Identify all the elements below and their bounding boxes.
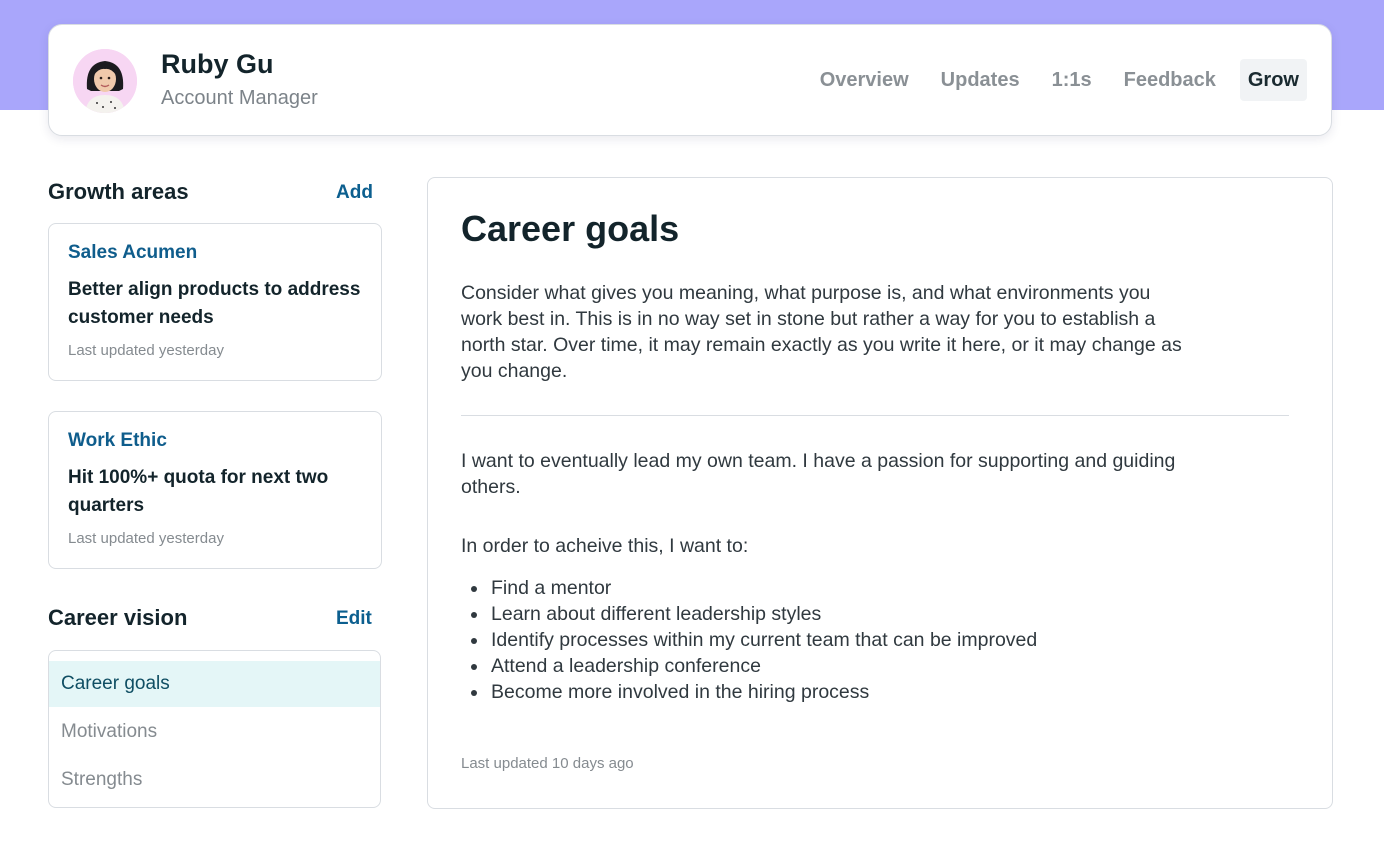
- goal-list-intro: In order to acheive this, I want to:: [461, 535, 749, 557]
- page-title: Career goals: [461, 208, 680, 249]
- vision-item-career-goals[interactable]: Career goals: [49, 661, 380, 707]
- growth-area-updated: Last updated yesterday: [68, 530, 224, 547]
- avatar[interactable]: [73, 49, 137, 113]
- tab-overview[interactable]: Overview: [812, 59, 917, 101]
- list-item-text: Attend a leadership conference: [491, 655, 761, 677]
- bullet-icon: [471, 586, 477, 592]
- bullet-icon: [471, 638, 477, 644]
- growth-area-category: Work Ethic: [68, 430, 167, 451]
- goal-bullet-list: Find a mentor Learn about different lead…: [461, 575, 1037, 705]
- growth-areas-heading: Growth areas: [48, 179, 189, 204]
- vision-item-motivations[interactable]: Motivations: [49, 709, 380, 755]
- list-item-text: Identify processes within my current tea…: [491, 629, 1038, 651]
- list-item-text: Find a mentor: [491, 577, 612, 599]
- tab-grow[interactable]: Grow: [1239, 59, 1307, 101]
- bullet-icon: [471, 664, 477, 670]
- list-item-text: Become more involved in the hiring proce…: [491, 681, 870, 703]
- profile-nav: Overview Updates 1:1s Feedback Grow: [796, 59, 1307, 101]
- growth-area-title: Better align products to address custome…: [68, 279, 361, 328]
- list-item: Attend a leadership conference: [461, 653, 1037, 679]
- list-item: Learn about different leadership styles: [461, 601, 1037, 627]
- growth-area-category: Sales Acumen: [68, 242, 198, 263]
- tab-updates[interactable]: Updates: [933, 59, 1028, 101]
- avatar-portrait-icon: [73, 49, 137, 113]
- divider: [461, 415, 1289, 416]
- tab-feedback[interactable]: Feedback: [1116, 59, 1224, 101]
- growth-area-updated: Last updated yesterday: [68, 342, 224, 359]
- last-updated-text: Last updated 10 days ago: [461, 755, 634, 772]
- career-goals-panel: Career goals Consider what gives you mea…: [427, 177, 1333, 809]
- profile-role: Account Manager: [161, 87, 318, 109]
- bullet-icon: [471, 612, 477, 618]
- edit-career-vision-button[interactable]: Edit: [336, 608, 372, 630]
- tab-1on1s[interactable]: 1:1s: [1044, 59, 1100, 101]
- goal-paragraph: I want to eventually lead my own team. I…: [461, 450, 1176, 498]
- add-growth-area-button[interactable]: Add: [336, 182, 373, 204]
- profile-header: Ruby Gu Account Manager Overview Updates…: [48, 24, 1332, 136]
- growth-area-card[interactable]: Sales Acumen Better align products to ad…: [48, 223, 382, 381]
- list-item-text: Learn about different leadership styles: [491, 603, 822, 625]
- career-vision-heading: Career vision: [48, 605, 188, 630]
- bullet-icon: [471, 690, 477, 696]
- intro-text: Consider what gives you meaning, what pu…: [461, 282, 1182, 382]
- growth-area-title: Hit 100%+ quota for next two quarters: [68, 467, 329, 516]
- career-vision-list: Career goals Motivations Strengths: [48, 650, 381, 808]
- growth-area-card[interactable]: Work Ethic Hit 100%+ quota for next two …: [48, 411, 382, 569]
- vision-item-strengths[interactable]: Strengths: [49, 757, 380, 803]
- profile-name: Ruby Gu: [161, 49, 274, 79]
- list-item: Identify processes within my current tea…: [461, 627, 1037, 653]
- list-item: Find a mentor: [461, 575, 1037, 601]
- list-item: Become more involved in the hiring proce…: [461, 679, 1037, 705]
